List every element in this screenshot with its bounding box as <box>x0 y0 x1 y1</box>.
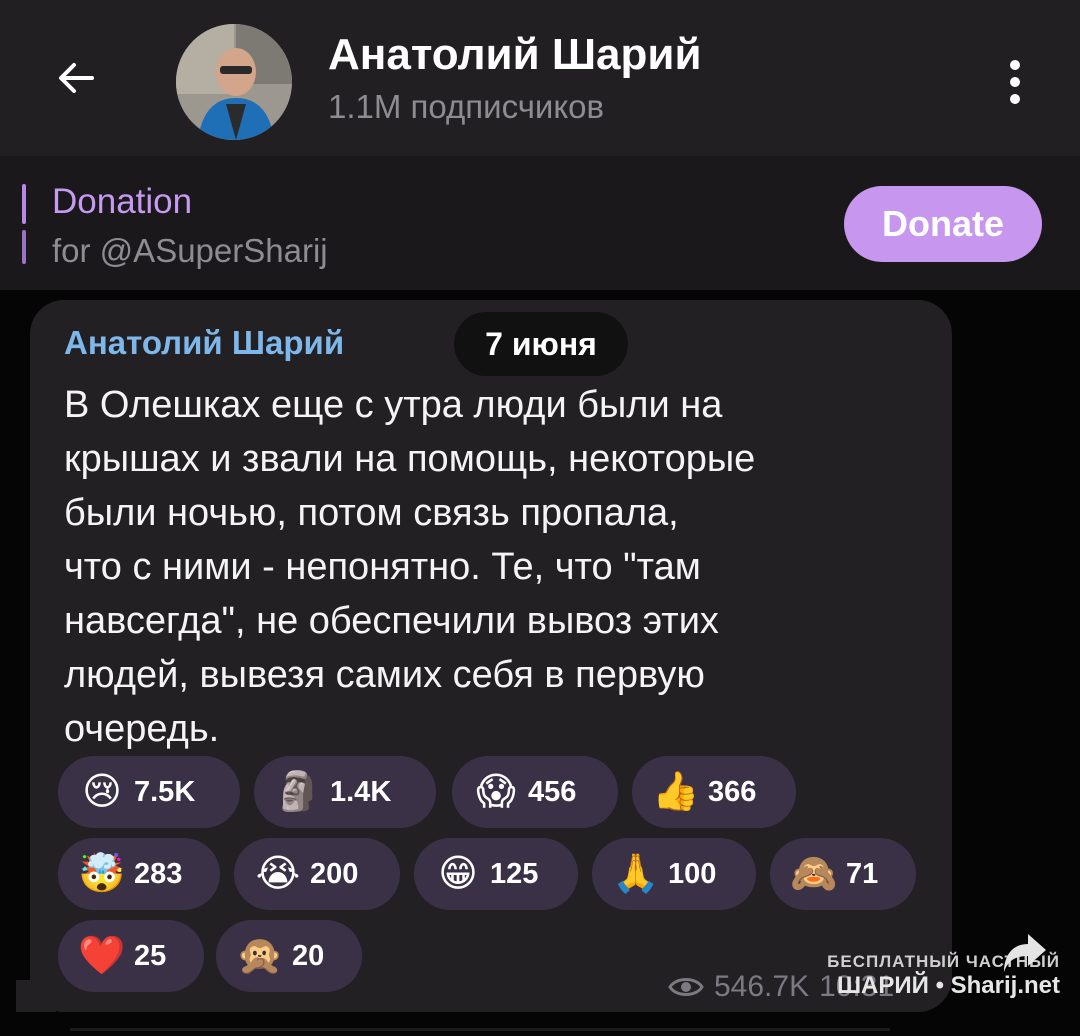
reaction-count: 20 <box>292 939 325 972</box>
back-button[interactable] <box>48 50 104 106</box>
reaction-loudly-crying[interactable]: 😭 200 <box>234 838 400 910</box>
eye-icon <box>668 978 704 996</box>
reaction-exploding-head[interactable]: 🤯 283 <box>58 838 220 910</box>
reaction-speak-no-evil[interactable]: 🙊 20 <box>216 920 362 992</box>
share-icon[interactable] <box>1000 930 1050 976</box>
channel-avatar[interactable] <box>176 24 292 140</box>
reaction-count: 1.4K <box>330 775 392 808</box>
reaction-crying[interactable]: 😢 7.5K <box>58 756 240 828</box>
reaction-count: 456 <box>528 775 577 808</box>
reaction-count: 71 <box>846 857 879 890</box>
crying-face-icon: 😢 <box>82 771 122 813</box>
donate-button[interactable]: Donate <box>844 186 1042 262</box>
date-badge: 7 июня <box>454 312 628 376</box>
reaction-thumbs-up[interactable]: 👍 366 <box>632 756 796 828</box>
reaction-heart[interactable]: ❤️ 25 <box>58 920 204 992</box>
thumbs-up-icon: 👍 <box>652 771 700 813</box>
pinned-indicator <box>22 184 26 224</box>
message-line: крышах и звали на помощь, некоторые <box>64 438 756 480</box>
channel-title[interactable]: Анатолий Шарий <box>328 30 702 80</box>
reaction-pray[interactable]: 🙏 100 <box>592 838 756 910</box>
reaction-count: 25 <box>134 939 167 972</box>
see-no-evil-monkey-icon: 🙈 <box>790 853 838 895</box>
reaction-count: 366 <box>708 775 757 808</box>
subscriber-count: 1.1M подписчиков <box>328 88 605 125</box>
back-arrow-icon <box>59 63 94 93</box>
message-line: были ночью, потом связь пропала, <box>64 492 679 534</box>
exploding-head-icon: 🤯 <box>78 853 126 895</box>
message-author[interactable]: Анатолий Шарий <box>64 324 344 362</box>
reaction-count: 200 <box>310 857 359 890</box>
reaction-count: 283 <box>134 857 183 890</box>
praying-hands-icon: 🙏 <box>612 853 660 895</box>
divider <box>70 1028 890 1031</box>
message-line: людей, вывезя самих себя в первую <box>64 654 705 696</box>
message-line: В Олешках еще с утра люди были на <box>64 384 723 426</box>
reaction-moai[interactable]: 🗿 1.4K <box>254 756 436 828</box>
reaction-count: 100 <box>668 857 717 890</box>
message-text: В Олешках еще с утра люди были на крышах… <box>64 378 914 756</box>
reaction-grin[interactable]: 😁 125 <box>414 838 578 910</box>
scream-face-icon: 😱 <box>476 771 516 813</box>
reaction-scream[interactable]: 😱 456 <box>452 756 618 828</box>
reaction-count: 125 <box>490 857 539 890</box>
chat-header: Анатолий Шарий 1.1M подписчиков <box>0 0 1080 156</box>
pinned-text: for @ASuperSharij <box>52 232 328 269</box>
watermark-line-2: ШАРИЙ • Sharij.net <box>836 972 1060 999</box>
message-line: что с ними - непонятно. Те, что "там <box>64 546 701 588</box>
message-line: навсегда", не обеспечили вывоз этих <box>64 600 719 642</box>
pinned-title: Donation <box>52 182 193 221</box>
red-heart-icon: ❤️ <box>78 935 126 977</box>
speak-no-evil-monkey-icon: 🙊 <box>236 935 284 977</box>
reaction-count: 7.5K <box>134 775 196 808</box>
more-vertical-icon <box>1010 60 1020 70</box>
view-count: 546.7K <box>714 970 810 1003</box>
grinning-face-icon: 😁 <box>438 853 478 895</box>
reaction-see-no-evil[interactable]: 🙈 71 <box>770 838 916 910</box>
more-menu-button[interactable] <box>990 52 1040 112</box>
message-line: очередь. <box>64 708 220 750</box>
moai-icon: 🗿 <box>274 771 322 813</box>
loudly-crying-face-icon: 😭 <box>255 853 301 895</box>
